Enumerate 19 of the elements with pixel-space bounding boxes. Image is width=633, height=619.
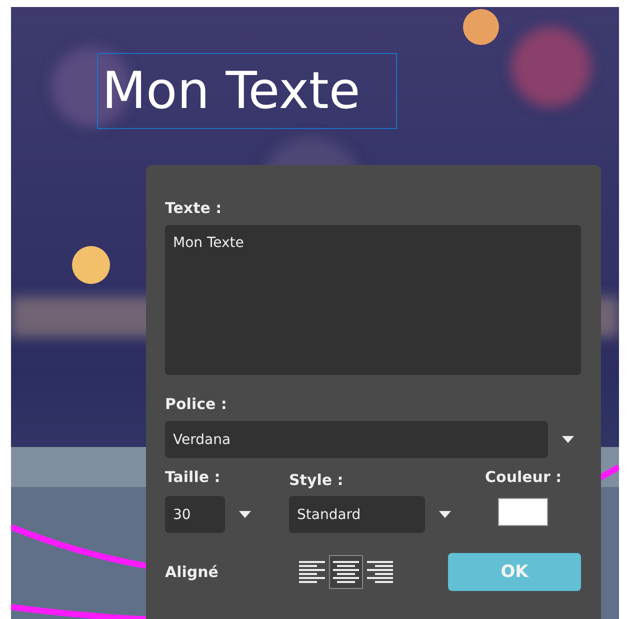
align-label: Aligné xyxy=(165,563,220,581)
align-button[interactable] xyxy=(329,555,363,589)
text-input-field[interactable]: Mon Texte xyxy=(165,225,581,375)
align-center-icon xyxy=(333,561,359,583)
color-swatch[interactable] xyxy=(498,498,548,526)
text-layer[interactable]: Mon Texte xyxy=(97,53,397,129)
text-label: Texte : xyxy=(165,199,223,217)
caret-icon[interactable] xyxy=(239,511,251,518)
caret-icon[interactable] xyxy=(562,436,574,443)
font-select[interactable]: Verdana xyxy=(165,421,548,458)
style-label: Style : xyxy=(289,471,344,489)
color-label: Couleur : xyxy=(485,468,562,486)
size-label: Taille : xyxy=(165,468,222,486)
size-select[interactable]: 30 xyxy=(165,496,225,533)
align-left-icon xyxy=(299,561,325,583)
caret-icon[interactable] xyxy=(439,511,451,518)
font-label: Police : xyxy=(165,395,228,413)
align-right-icon xyxy=(367,561,393,583)
style-select[interactable]: Standard xyxy=(289,496,425,533)
